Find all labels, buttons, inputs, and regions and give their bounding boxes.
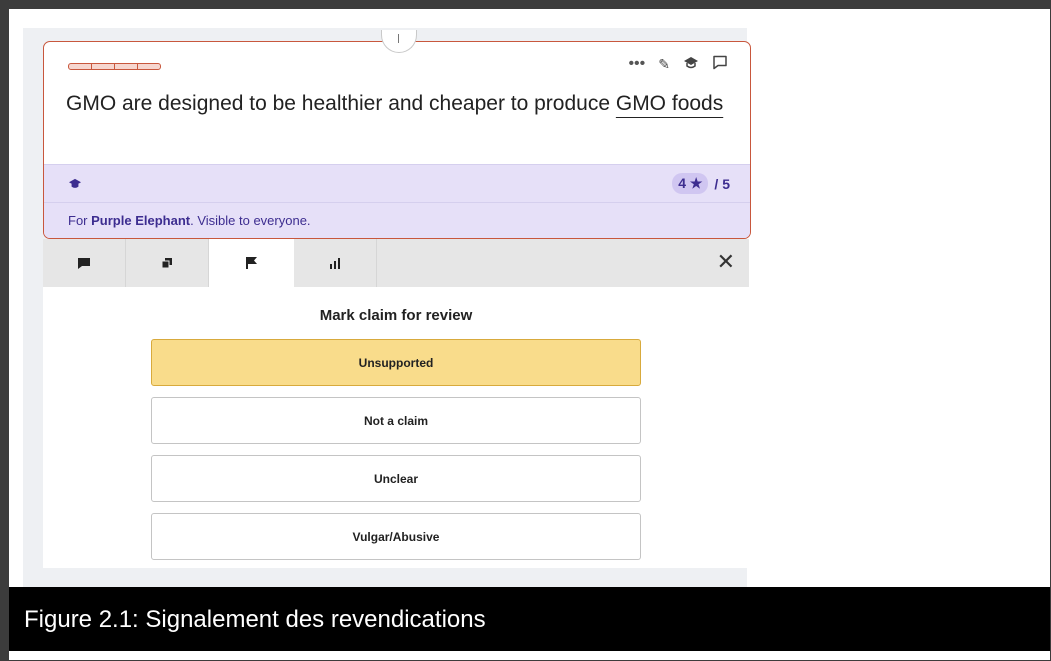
review-option-vulgar-abusive[interactable]: Vulgar/Abusive: [151, 513, 641, 560]
tab-comments[interactable]: [43, 239, 126, 287]
edit-icon[interactable]: ✎: [658, 56, 670, 73]
rating-value: 4 ★: [672, 173, 709, 194]
visibility-suffix: . Visible to everyone.: [190, 213, 311, 228]
flag-icon: [246, 257, 257, 269]
comment-icon: [78, 257, 90, 269]
claim-topic-link[interactable]: GMO foods: [616, 92, 723, 115]
claim-toolbar: ••• ✎: [628, 55, 728, 73]
review-option-unclear[interactable]: Unclear: [151, 455, 641, 502]
comment-icon[interactable]: [712, 55, 728, 73]
review-panel: Mark claim for review Unsupported Not a …: [43, 287, 749, 568]
review-option-unsupported[interactable]: Unsupported: [151, 339, 641, 386]
claim-card[interactable]: ••• ✎ GMO are designed to be healthier a…: [43, 41, 751, 239]
tab-stats[interactable]: [294, 239, 377, 287]
copy-icon: [161, 258, 172, 269]
close-icon[interactable]: ✕: [717, 250, 735, 274]
more-icon[interactable]: •••: [628, 55, 645, 73]
visibility-prefix: For: [68, 213, 92, 228]
review-title: Mark claim for review: [319, 307, 473, 324]
bar-chart-icon: [330, 257, 340, 269]
tab-flag[interactable]: [209, 239, 294, 287]
graduation-cap-icon: [68, 177, 82, 193]
visibility-note: For Purple Elephant. Visible to everyone…: [44, 202, 750, 238]
claim-strength-meter: [68, 63, 161, 70]
rating-total: / 5: [714, 175, 730, 192]
group-name[interactable]: Purple Elephant: [91, 213, 190, 228]
figure-caption: Figure 2.1: Signalement des revendicatio…: [9, 587, 1050, 651]
tab-copies[interactable]: [126, 239, 209, 287]
caption-text: Figure 2.1: Signalement des revendicatio…: [24, 606, 486, 633]
claim-rating-band: 4 ★ / 5: [44, 164, 750, 202]
claim-tabbar: ✕: [43, 239, 749, 287]
claim-text: GMO are designed to be healthier and che…: [66, 88, 726, 120]
rating: 4 ★ / 5: [672, 173, 730, 194]
review-option-not-a-claim[interactable]: Not a claim: [151, 397, 641, 444]
claim-statement: GMO are designed to be healthier and che…: [66, 92, 616, 115]
graduation-cap-icon[interactable]: [683, 56, 699, 73]
